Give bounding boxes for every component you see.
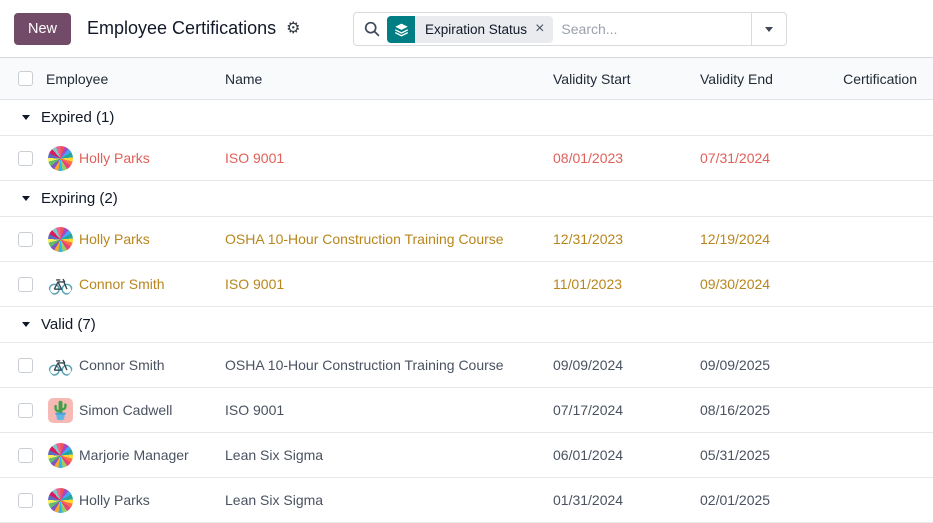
row-checkbox-cell	[0, 447, 46, 464]
group-label: Valid (7)	[41, 316, 96, 333]
group-header-expired[interactable]: Expired (1)	[0, 100, 933, 136]
validity-end-cell[interactable]: 09/09/2025	[700, 357, 833, 373]
table-row[interactable]: Connor Smith OSHA 10-Hour Construction Tr…	[0, 343, 933, 388]
row-checkbox[interactable]	[18, 358, 33, 373]
certification-name-cell[interactable]: OSHA 10-Hour Construction Training Cours…	[225, 231, 553, 247]
column-header-employee[interactable]: Employee	[46, 71, 225, 87]
close-icon[interactable]	[535, 21, 544, 37]
bicycle-avatar	[48, 272, 73, 297]
validity-end-cell[interactable]: 12/19/2024	[700, 231, 833, 247]
employee-cell[interactable]: Holly Parks	[46, 146, 225, 171]
certification-name-cell[interactable]: Lean Six Sigma	[225, 447, 553, 463]
employee-cell[interactable]: Connor Smith	[46, 353, 225, 378]
table-row[interactable]: Holly Parks Lean Six Sigma01/31/202402/01…	[0, 478, 933, 523]
table-row[interactable]: Holly Parks OSHA 10-Hour Construction Tra…	[0, 217, 933, 262]
column-header-validity-start[interactable]: Validity Start	[553, 71, 700, 87]
row-checkbox[interactable]	[18, 493, 33, 508]
row-checkbox-cell	[0, 402, 46, 419]
table-row[interactable]: Simon Cadwell ISO 900107/17/202408/16/202…	[0, 388, 933, 433]
row-checkbox[interactable]	[18, 151, 33, 166]
select-all-cell	[0, 70, 46, 88]
employee-name: Marjorie Manager	[79, 447, 189, 463]
employee-name: Holly Parks	[79, 492, 150, 508]
table-header-row: Employee Name Validity Start Validity En…	[0, 58, 933, 100]
search-bar[interactable]: Expiration Status	[353, 12, 787, 46]
validity-start-cell[interactable]: 08/01/2023	[553, 150, 700, 166]
employee-cell[interactable]: Connor Smith	[46, 272, 225, 297]
employee-name: Connor Smith	[79, 357, 165, 373]
search-input[interactable]	[553, 21, 751, 37]
row-checkbox[interactable]	[18, 403, 33, 418]
validity-start-cell[interactable]: 01/31/2024	[553, 492, 700, 508]
certification-name-cell[interactable]: ISO 9001	[225, 402, 553, 418]
validity-start-cell[interactable]: 07/17/2024	[553, 402, 700, 418]
validity-end-cell[interactable]: 07/31/2024	[700, 150, 833, 166]
certification-name-cell[interactable]: Lean Six Sigma	[225, 492, 553, 508]
row-checkbox-cell	[0, 492, 46, 509]
pinwheel-avatar	[48, 227, 73, 252]
validity-start-cell[interactable]: 12/31/2023	[553, 231, 700, 247]
row-checkbox-cell	[0, 150, 46, 167]
certification-name-cell[interactable]: OSHA 10-Hour Construction Training Cours…	[225, 357, 553, 373]
search-icon	[364, 21, 380, 37]
row-checkbox-cell	[0, 357, 46, 374]
validity-end-cell[interactable]: 02/01/2025	[700, 492, 833, 508]
pinwheel-avatar	[48, 146, 73, 171]
gear-icon[interactable]	[286, 20, 300, 37]
employee-cell[interactable]: Marjorie Manager	[46, 443, 225, 468]
employee-cell[interactable]: Simon Cadwell	[46, 398, 225, 423]
employee-name: Holly Parks	[79, 231, 150, 247]
table-row[interactable]: Marjorie Manager Lean Six Sigma06/01/2024…	[0, 433, 933, 478]
facet-label: Expiration Status	[425, 22, 527, 37]
certification-name-cell[interactable]: ISO 9001	[225, 276, 553, 292]
table-row[interactable]: Connor Smith ISO 900111/01/202309/30/2024	[0, 262, 933, 307]
column-header-certification[interactable]: Certification	[833, 71, 933, 87]
row-checkbox-cell	[0, 276, 46, 293]
pinwheel-avatar	[48, 488, 73, 513]
validity-start-cell[interactable]: 11/01/2023	[553, 276, 700, 292]
validity-end-cell[interactable]: 08/16/2025	[700, 402, 833, 418]
row-checkbox[interactable]	[18, 277, 33, 292]
caret-down-icon	[22, 196, 30, 201]
group-header-expiring[interactable]: Expiring (2)	[0, 181, 933, 217]
new-button[interactable]: New	[14, 13, 71, 45]
validity-start-cell[interactable]: 06/01/2024	[553, 447, 700, 463]
caret-down-icon	[22, 115, 30, 120]
cactus-avatar	[48, 398, 73, 423]
column-header-validity-end[interactable]: Validity End	[700, 71, 833, 87]
employee-name: Holly Parks	[79, 150, 150, 166]
pinwheel-avatar	[48, 443, 73, 468]
caret-down-icon	[22, 322, 30, 327]
employee-name: Connor Smith	[79, 276, 165, 292]
group-header-valid[interactable]: Valid (7)	[0, 307, 933, 343]
table-row[interactable]: Holly Parks ISO 900108/01/202307/31/2024	[0, 136, 933, 181]
facet-body: Expiration Status	[415, 16, 553, 43]
column-header-name[interactable]: Name	[225, 71, 553, 87]
group-label: Expired (1)	[41, 109, 114, 126]
group-label: Expiring (2)	[41, 190, 118, 207]
certification-name-cell[interactable]: ISO 9001	[225, 150, 553, 166]
validity-end-cell[interactable]: 05/31/2025	[700, 447, 833, 463]
employee-cell[interactable]: Holly Parks	[46, 488, 225, 513]
caret-down-icon	[765, 27, 773, 32]
employee-cell[interactable]: Holly Parks	[46, 227, 225, 252]
certifications-list: Employee Name Validity Start Validity En…	[0, 57, 933, 523]
search-facet-expiration-status[interactable]: Expiration Status	[387, 16, 553, 43]
control-panel: New Employee Certifications	[0, 0, 933, 57]
select-all-checkbox[interactable]	[18, 71, 33, 86]
search-dropdown-toggle[interactable]	[751, 13, 786, 45]
page-title: Employee Certifications	[87, 18, 276, 39]
validity-end-cell[interactable]: 09/30/2024	[700, 276, 833, 292]
row-checkbox[interactable]	[18, 232, 33, 247]
layers-icon	[387, 16, 415, 43]
employee-name: Simon Cadwell	[79, 402, 172, 418]
table-body: Expired (1)Holly ParksISO 900108/01/2023…	[0, 100, 933, 523]
row-checkbox-cell	[0, 231, 46, 248]
employee-certifications-view: New Employee Certifications	[0, 0, 933, 522]
validity-start-cell[interactable]: 09/09/2024	[553, 357, 700, 373]
bicycle-avatar	[48, 353, 73, 378]
row-checkbox[interactable]	[18, 448, 33, 463]
